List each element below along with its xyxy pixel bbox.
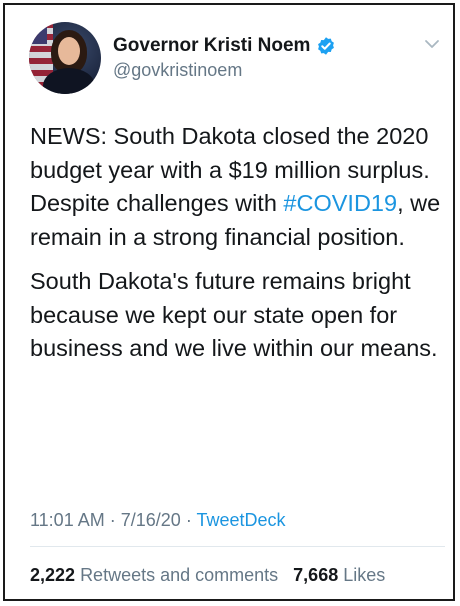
- avatar[interactable]: [29, 22, 101, 94]
- author-name[interactable]: Governor Kristi Noem: [113, 35, 310, 57]
- tweet-meta: 11:01 AM · 7/16/20 · TweetDeck: [30, 510, 286, 531]
- tweet-time[interactable]: 11:01 AM: [30, 510, 105, 530]
- retweets-label: Retweets and comments: [80, 565, 279, 585]
- hashtag-link[interactable]: #COVID19: [283, 190, 397, 216]
- meta-separator: ·: [185, 510, 192, 530]
- divider: [30, 546, 445, 547]
- likes-count: 7,668: [293, 565, 339, 585]
- tweet-date[interactable]: 7/16/20: [121, 510, 181, 530]
- tweet-paragraph-1: NEWS: South Dakota closed the 2020 budge…: [30, 120, 445, 254]
- tweet-card: Governor Kristi Noem @govkristinoem NEWS…: [3, 3, 455, 601]
- tweet-paragraph-2: South Dakota's future remains bright bec…: [30, 268, 438, 361]
- likes-label: Likes: [343, 565, 386, 585]
- retweets-stat[interactable]: 2,222 Retweets and comments: [30, 565, 278, 585]
- author-handle[interactable]: @govkristinoem: [113, 60, 242, 81]
- tweet-source-link[interactable]: TweetDeck: [197, 510, 286, 530]
- author-row: Governor Kristi Noem: [113, 35, 336, 57]
- likes-stat[interactable]: 7,668 Likes: [293, 565, 385, 585]
- retweets-count: 2,222: [30, 565, 76, 585]
- tweet-text: NEWS: South Dakota closed the 2020 budge…: [30, 120, 445, 377]
- chevron-down-icon[interactable]: [423, 37, 441, 51]
- verified-badge-icon: [318, 37, 335, 55]
- meta-separator: ·: [109, 510, 116, 530]
- tweet-stats: 2,222 Retweets and comments 7,668 Likes: [30, 565, 385, 586]
